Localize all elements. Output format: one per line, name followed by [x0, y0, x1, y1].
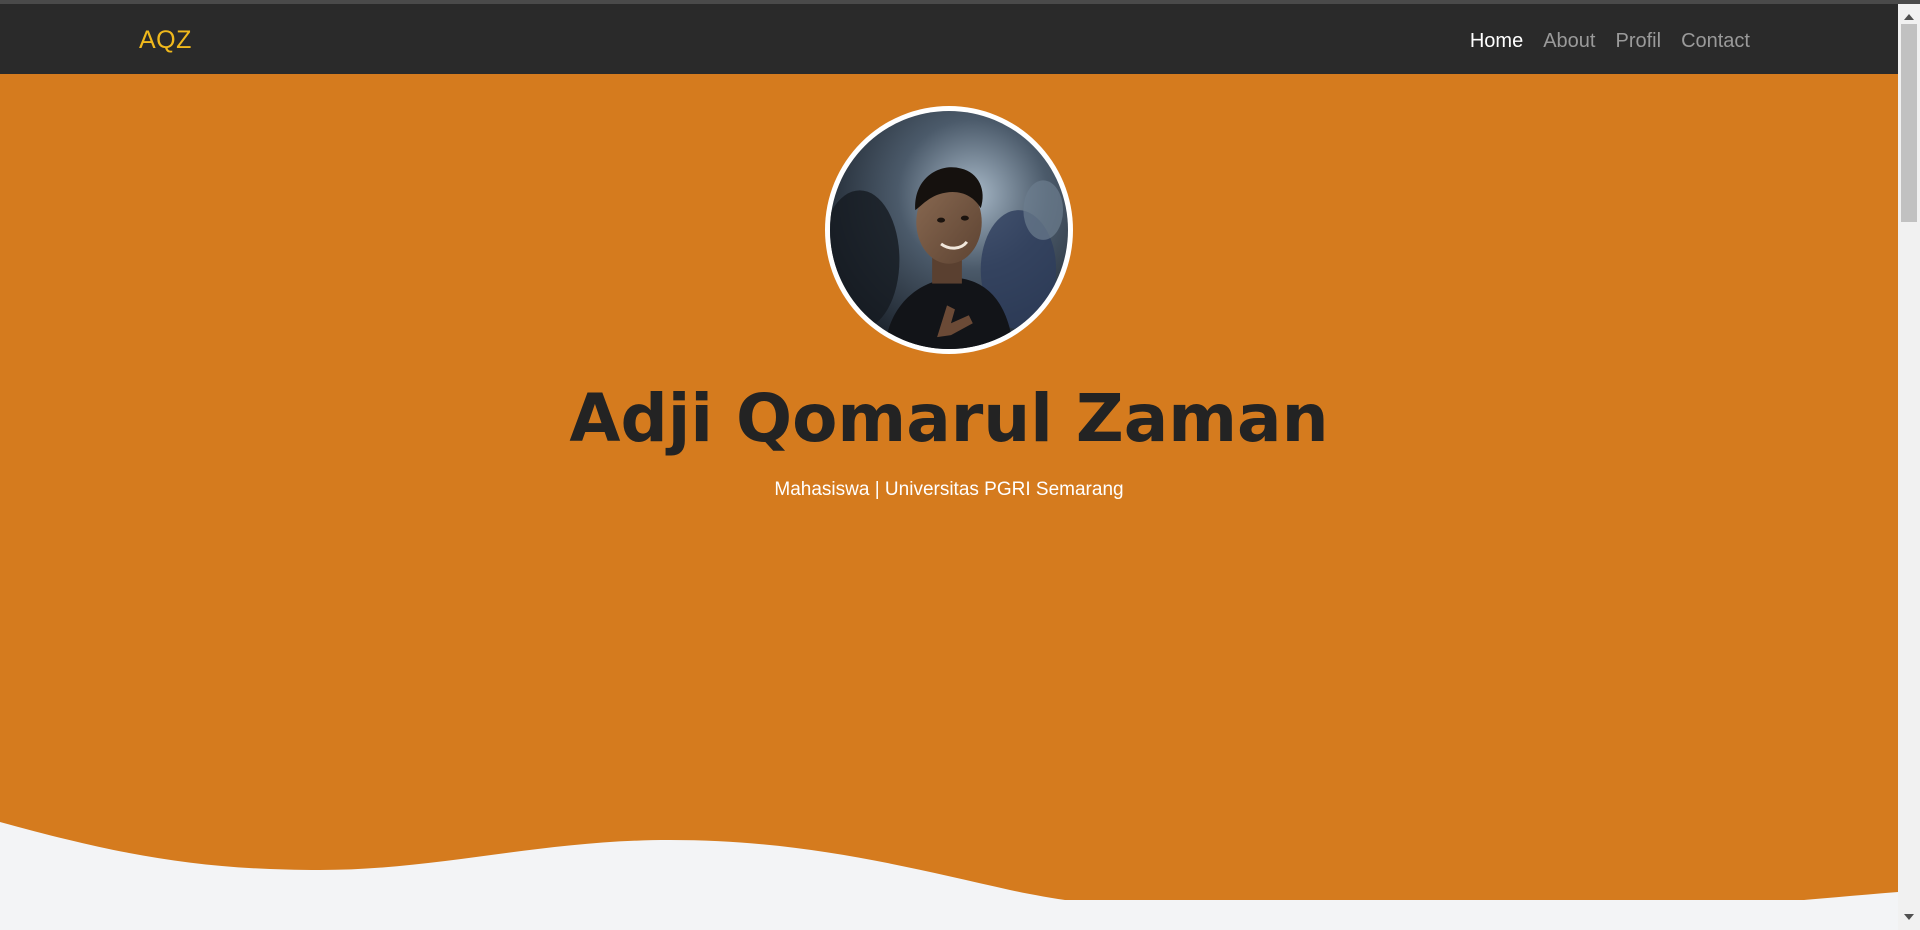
navbar: AQZ Home About Profil Contact: [0, 4, 1898, 74]
nav-item-profil: Profil: [1615, 30, 1661, 53]
nav-item-home: Home: [1470, 30, 1523, 53]
nav-item-about: About: [1543, 30, 1595, 53]
profile-name: Adji Qomarul Zaman: [569, 380, 1329, 457]
scrollbar-thumb[interactable]: [1901, 24, 1917, 222]
scroll-down-arrow-icon[interactable]: [1904, 914, 1914, 920]
nav-link-home[interactable]: Home: [1470, 30, 1523, 52]
person-photo-icon: [830, 111, 1068, 349]
nav-links: Home About Profil Contact: [1470, 30, 1750, 53]
wave-divider: [0, 822, 1898, 930]
brand-logo[interactable]: AQZ: [139, 26, 192, 55]
nav-link-profil[interactable]: Profil: [1615, 30, 1661, 52]
profile-subtitle: Mahasiswa | Universitas PGRI Semarang: [774, 479, 1124, 500]
scroll-up-arrow-icon[interactable]: [1904, 14, 1914, 20]
nav-link-contact[interactable]: Contact: [1681, 30, 1750, 52]
hero-section: Adji Qomarul Zaman Mahasiswa | Universit…: [0, 74, 1898, 930]
nav-link-about[interactable]: About: [1543, 30, 1595, 52]
vertical-scrollbar[interactable]: [1898, 4, 1920, 930]
nav-item-contact: Contact: [1681, 30, 1750, 53]
profile-photo: [825, 106, 1073, 354]
profile-photo-image: [830, 111, 1068, 349]
